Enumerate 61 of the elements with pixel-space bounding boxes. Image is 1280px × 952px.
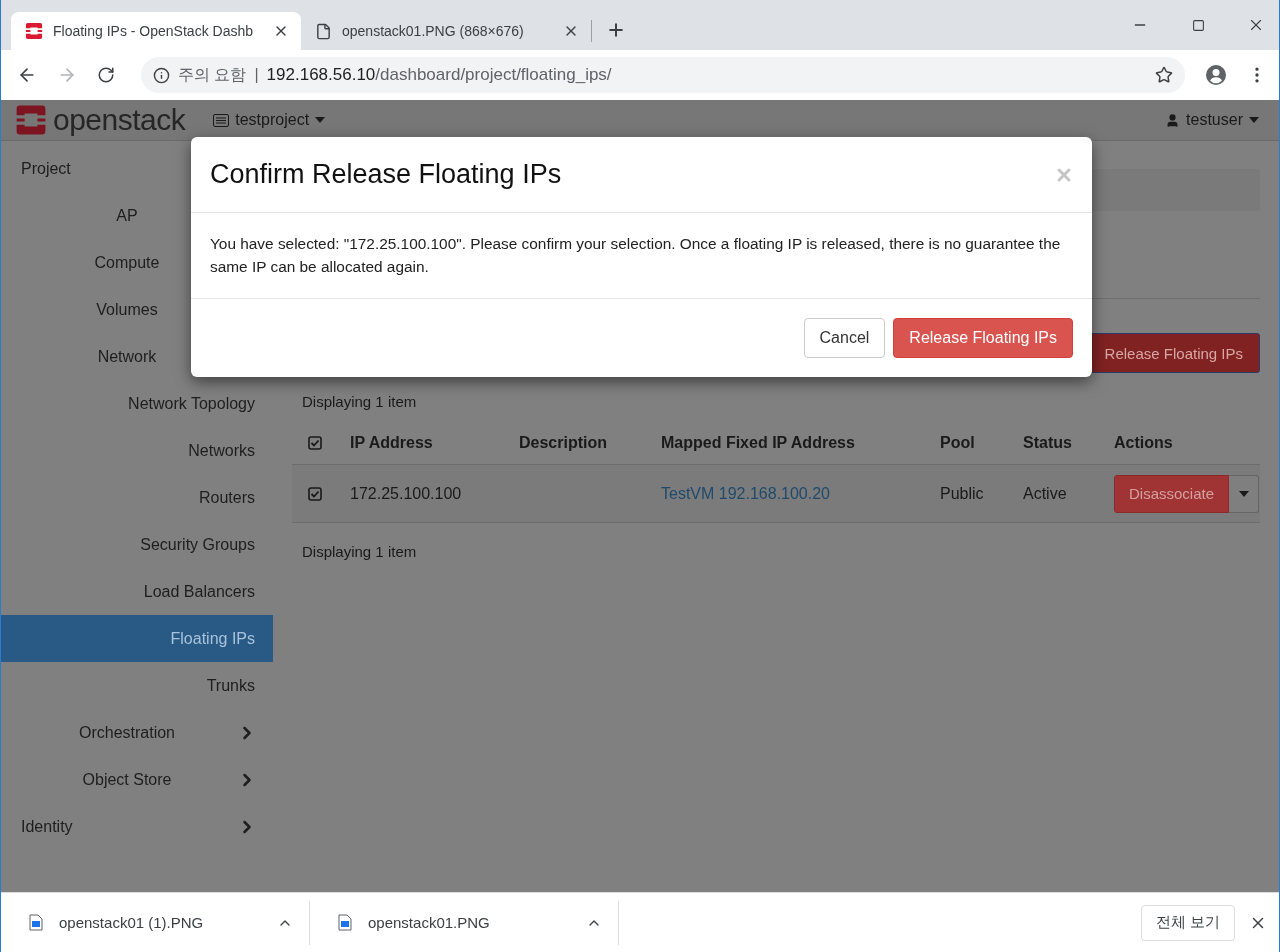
item-count: Displaying 1 item	[301, 542, 418, 562]
dialog-message: You have selected: "172.25.100.100". Please confirm your selection. Once a floating IP is released, there is no guarantee the same IP can be allocated again.	[210, 235, 1061, 275]
maximize-icon[interactable]	[1191, 18, 1205, 32]
brand-name: openstack	[53, 103, 186, 137]
column-header: IP Address	[349, 434, 434, 452]
info-icon	[153, 66, 170, 84]
dialog-title: Confirm Release Floating IPs	[210, 159, 562, 190]
sidebar-item[interactable]: Load Balancers	[1, 568, 273, 615]
tab-title: Floating IPs - OpenStack Dashb	[53, 23, 254, 39]
column-header: Description	[518, 434, 608, 452]
separator-text: |	[254, 66, 259, 84]
table-cell-text: 172.25.100.100	[349, 484, 463, 503]
list-icon	[213, 113, 230, 127]
checkbox[interactable]	[308, 436, 322, 450]
disassociate-button[interactable]: Disassociate	[1114, 474, 1230, 513]
sidebar-item[interactable]: Network Topology	[1, 380, 273, 427]
column-header: Pool	[939, 434, 976, 452]
sidebar-item[interactable]: Orchestration	[1, 709, 273, 756]
sidebar-item[interactable]: Identity	[1, 803, 273, 850]
tab-title: openstack01.PNG (868×676)	[342, 23, 525, 39]
table-cell-text: Active	[1022, 484, 1068, 503]
url-path: /dashboard/project/floating_ips/	[375, 65, 613, 85]
caret-icon	[1238, 490, 1249, 497]
download-item[interactable]: openstack01.PNG	[310, 900, 619, 945]
sidebar-item[interactable]: Routers	[1, 474, 273, 521]
table-cell-text: Public	[939, 484, 985, 503]
sidebar-item[interactable]: Floating IPs	[1, 615, 273, 662]
checkbox[interactable]	[308, 486, 322, 501]
browser-tab[interactable]: openstack01.PNG (868×676)	[301, 12, 591, 50]
sidebar-item[interactable]: Trunks	[1, 662, 273, 709]
item-count: Displaying 1 item	[301, 392, 418, 412]
release-button[interactable]: Release Floating IPs	[893, 318, 1073, 358]
openstack-logo-icon	[25, 22, 43, 40]
user-icon	[1165, 112, 1181, 128]
new-tab-icon[interactable]	[606, 20, 626, 40]
cancel-button[interactable]: Cancel	[803, 318, 886, 358]
file-icon	[315, 22, 332, 40]
download-item[interactable]: openstack01 (1).PNG	[1, 900, 310, 945]
caret-icon	[315, 117, 326, 123]
star-icon[interactable]	[1155, 66, 1173, 84]
image-file-icon	[29, 914, 43, 931]
column-header: Status	[1022, 434, 1073, 452]
project-menu[interactable]: testproject	[213, 111, 326, 129]
sidebar-item[interactable]: Security Groups	[1, 521, 273, 568]
column-header: Actions	[1113, 434, 1174, 452]
instance-link[interactable]: TestVM 192.168.100.20	[649, 484, 928, 503]
column-header: Mapped Fixed IP Address	[660, 434, 856, 452]
user-menu[interactable]: testuser	[1165, 111, 1259, 129]
caret-icon	[1249, 117, 1259, 123]
account-icon[interactable]	[1205, 64, 1227, 86]
reload-icon[interactable]	[97, 66, 115, 84]
dropdown-button[interactable]	[1229, 474, 1260, 513]
show-all-button[interactable]: 전체 보기	[1140, 904, 1235, 941]
openstack-logo-icon	[15, 104, 47, 136]
address-bar[interactable]: 주의 요함 | 192.168.56.10/dashboard/project/floating_ips/	[141, 57, 1185, 93]
security-label: 주의 요함	[178, 64, 247, 85]
sidebar-item[interactable]: Networks	[1, 427, 273, 474]
image-file-icon	[338, 914, 352, 931]
url-host: 192.168.56.10	[266, 65, 376, 85]
browser-tab[interactable]: Floating IPs - OpenStack Dashb	[11, 12, 301, 50]
sidebar-item[interactable]: Object Store	[1, 756, 273, 803]
